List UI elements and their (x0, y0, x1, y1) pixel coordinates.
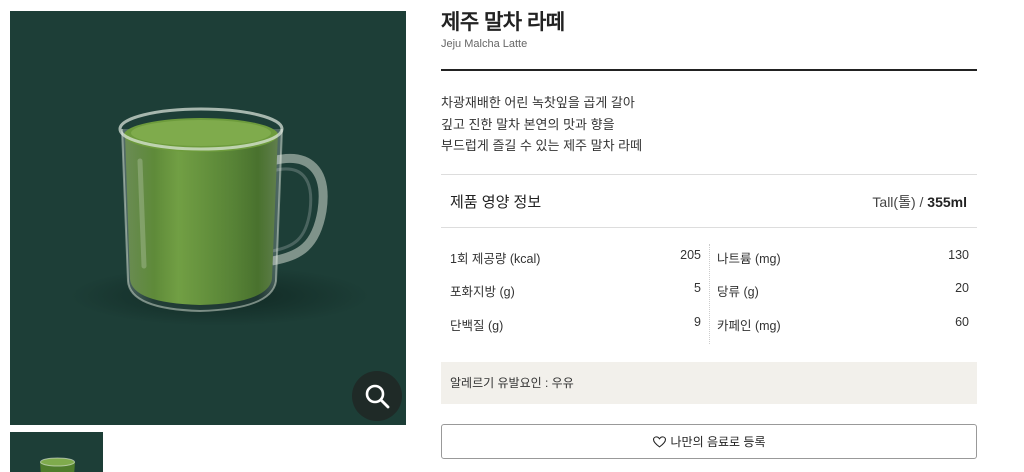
product-subtitle: Jeju Malcha Latte (441, 38, 528, 50)
nutrient-label: 포화지방 (g) (450, 285, 515, 299)
description-line: 부드럽게 즐길 수 있는 제주 말차 라떼 (441, 138, 643, 153)
nutrient-label: 당류 (g) (717, 285, 759, 299)
zoom-button[interactable] (352, 371, 402, 421)
nutrient-label: 카페인 (mg) (717, 319, 781, 333)
divider (441, 174, 977, 175)
description-line: 차광재배한 어린 녹찻잎을 곱게 갈아 (441, 95, 635, 110)
heart-outline-icon (652, 435, 666, 448)
product-description: 차광재배한 어린 녹찻잎을 곱게 갈아 깊고 진한 말차 본연의 맛과 향을 부… (441, 92, 642, 157)
thumbnail-mug-illustration (40, 457, 75, 472)
nutrient-label: 단백질 (g) (450, 319, 504, 333)
serving-size-label: Tall(톨) / (872, 194, 928, 210)
nutrient-value: 60 (955, 315, 969, 329)
serving-size: Tall(톨) / 355ml (872, 192, 967, 212)
serving-volume: 355ml (927, 194, 967, 210)
magnifier-icon (365, 384, 390, 409)
product-image (10, 11, 406, 425)
description-line: 깊고 진한 말차 본연의 맛과 향을 (441, 116, 615, 132)
product-title: 제주 말차 라떼 (441, 11, 565, 34)
nutrient-label: 1회 제공량 (kcal) (450, 252, 541, 266)
nutrient-value: 205 (680, 248, 701, 262)
divider (441, 69, 977, 71)
nutrient-label: 나트륨 (mg) (717, 252, 781, 266)
nutrient-value: 5 (694, 281, 701, 295)
nutrition-title: 제품 영양 정보 (450, 194, 542, 211)
matcha-latte-mug-illustration (70, 107, 370, 326)
nutrient-value: 130 (948, 248, 969, 262)
nutrient-value: 20 (955, 281, 969, 295)
add-favorite-label: 나만의 음료로 등록 (670, 435, 766, 449)
nutrient-value: 9 (694, 315, 701, 329)
add-favorite-button[interactable]: 나만의 음료로 등록 (441, 424, 977, 459)
thumbnail-image[interactable] (10, 432, 103, 472)
allergy-info: 알레르기 유발요인 : 우유 (441, 362, 977, 404)
column-divider (709, 244, 710, 344)
divider (441, 227, 977, 228)
